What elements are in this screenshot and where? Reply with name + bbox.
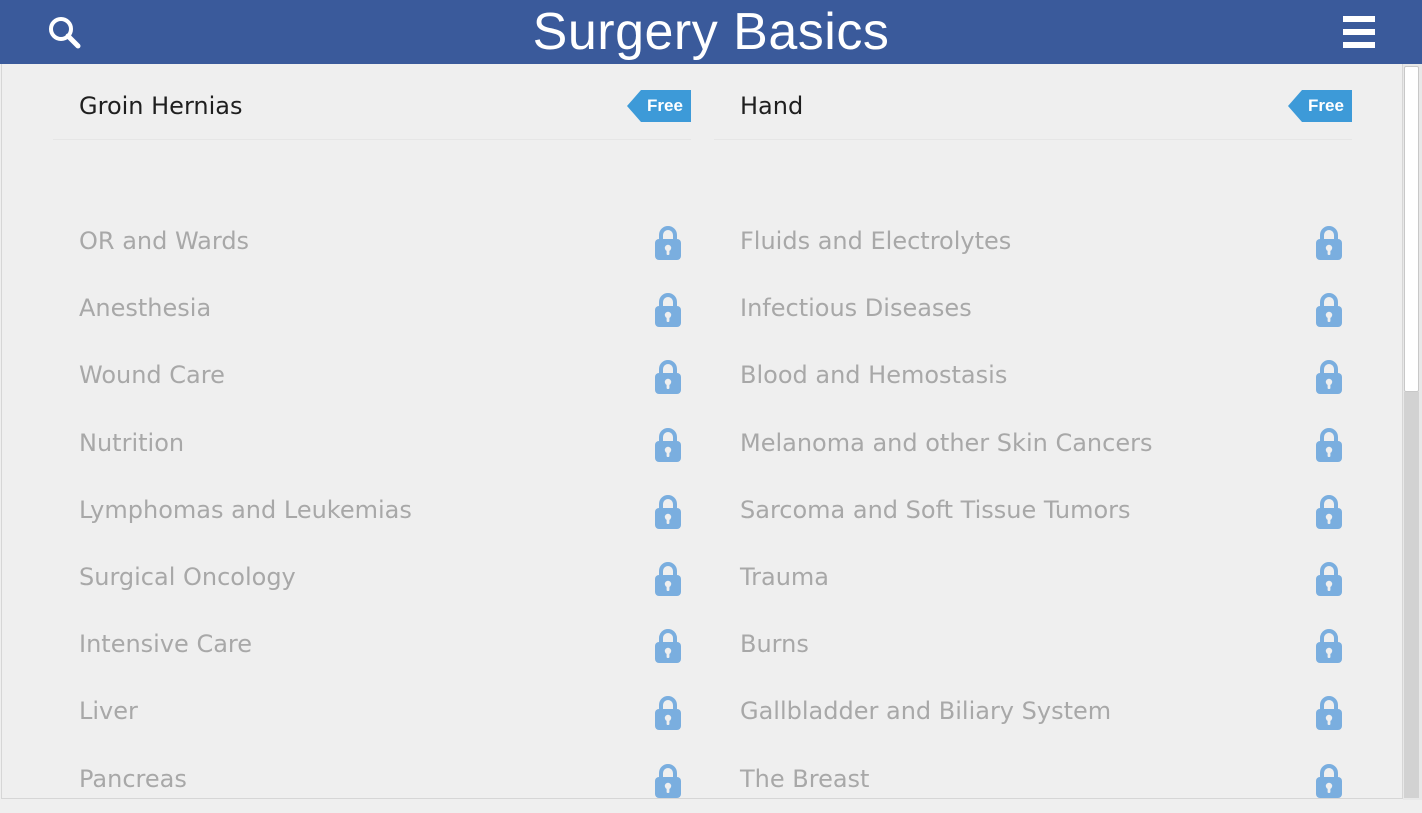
chapter-label: Blood and Hemostasis — [740, 361, 1008, 389]
locked-chapter-item[interactable]: Pancreas — [53, 746, 693, 813]
lock-icon — [654, 225, 682, 261]
lock-icon — [1315, 561, 1343, 597]
chapter-label: Sarcoma and Soft Tissue Tumors — [740, 496, 1131, 524]
lock-icon — [1315, 695, 1343, 731]
chapter-item-groin-hernias[interactable]: Groin Hernias Free — [53, 73, 691, 139]
chapter-label: Infectious Diseases — [740, 294, 972, 322]
chapter-label: Fluids and Electrolytes — [740, 227, 1012, 255]
lock-icon — [654, 427, 682, 463]
lock-icon — [654, 561, 682, 597]
lock-icon — [654, 494, 682, 530]
locked-chapter-item[interactable]: Surgical Oncology — [53, 544, 693, 611]
free-badge: Free — [627, 90, 691, 122]
chapter-label: Groin Hernias — [79, 92, 243, 120]
chapter-label: Pancreas — [79, 765, 187, 793]
app-header: Surgery Basics — [0, 0, 1422, 64]
chapter-label: Liver — [79, 697, 138, 725]
locked-chapter-item[interactable]: Fluids and Electrolytes — [714, 208, 1354, 275]
locked-chapter-item[interactable]: Sarcoma and Soft Tissue Tumors — [714, 477, 1354, 544]
locked-chapter-item[interactable]: Melanoma and other Skin Cancers — [714, 410, 1354, 477]
locked-chapter-item[interactable]: The Breast — [714, 746, 1354, 813]
locked-chapter-item[interactable]: Lymphomas and Leukemias — [53, 477, 693, 544]
chapter-label: Trauma — [740, 563, 830, 591]
hamburger-menu-icon — [1343, 16, 1375, 48]
chapter-label: Surgical Oncology — [79, 563, 296, 591]
locked-chapter-item[interactable]: Nutrition — [53, 410, 693, 477]
chapter-label: Hand — [740, 92, 804, 120]
scrollbar-lower-track — [1404, 392, 1419, 798]
locked-chapter-item[interactable]: Wound Care — [53, 342, 693, 409]
free-badge: Free — [1288, 90, 1352, 122]
chapter-label: The Breast — [740, 765, 870, 793]
lock-icon — [1315, 763, 1343, 799]
locked-chapter-item[interactable]: Infectious Diseases — [714, 275, 1354, 342]
app-title: Surgery Basics — [532, 3, 890, 61]
chapter-item-hand[interactable]: Hand Free — [714, 73, 1352, 139]
locked-chapter-item[interactable]: OR and Wards — [53, 208, 693, 275]
chapter-label: Gallbladder and Biliary System — [740, 697, 1112, 725]
locked-chapter-item[interactable]: Trauma — [714, 544, 1354, 611]
lock-icon — [1315, 628, 1343, 664]
chapter-label: Intensive Care — [79, 630, 253, 658]
lock-icon — [654, 292, 682, 328]
locked-chapter-item[interactable]: Intensive Care — [53, 611, 693, 678]
chapter-label: Burns — [740, 630, 809, 658]
locked-chapter-item[interactable]: Anesthesia — [53, 275, 693, 342]
lock-icon — [654, 628, 682, 664]
chapter-label: Lymphomas and Leukemias — [79, 496, 412, 524]
locked-chapter-item[interactable]: Burns — [714, 611, 1354, 678]
locked-chapter-item[interactable]: Blood and Hemostasis — [714, 342, 1354, 409]
lock-icon — [1315, 427, 1343, 463]
chapter-label: Wound Care — [79, 361, 225, 389]
locked-chapter-item[interactable]: Gallbladder and Biliary System — [714, 678, 1354, 745]
locked-chapter-item[interactable]: Liver — [53, 678, 693, 745]
scrollbar-thumb[interactable] — [1404, 66, 1419, 392]
lock-icon — [654, 763, 682, 799]
chapter-label: Melanoma and other Skin Cancers — [740, 429, 1153, 457]
chapter-label: Anesthesia — [79, 294, 212, 322]
chapter-label: Nutrition — [79, 429, 185, 457]
lock-icon — [1315, 359, 1343, 395]
menu-button[interactable] — [1333, 10, 1385, 54]
chapter-label: OR and Wards — [79, 227, 250, 255]
lock-icon — [1315, 494, 1343, 530]
lock-icon — [654, 359, 682, 395]
lock-icon — [1315, 292, 1343, 328]
lock-icon — [1315, 225, 1343, 261]
lock-icon — [654, 695, 682, 731]
